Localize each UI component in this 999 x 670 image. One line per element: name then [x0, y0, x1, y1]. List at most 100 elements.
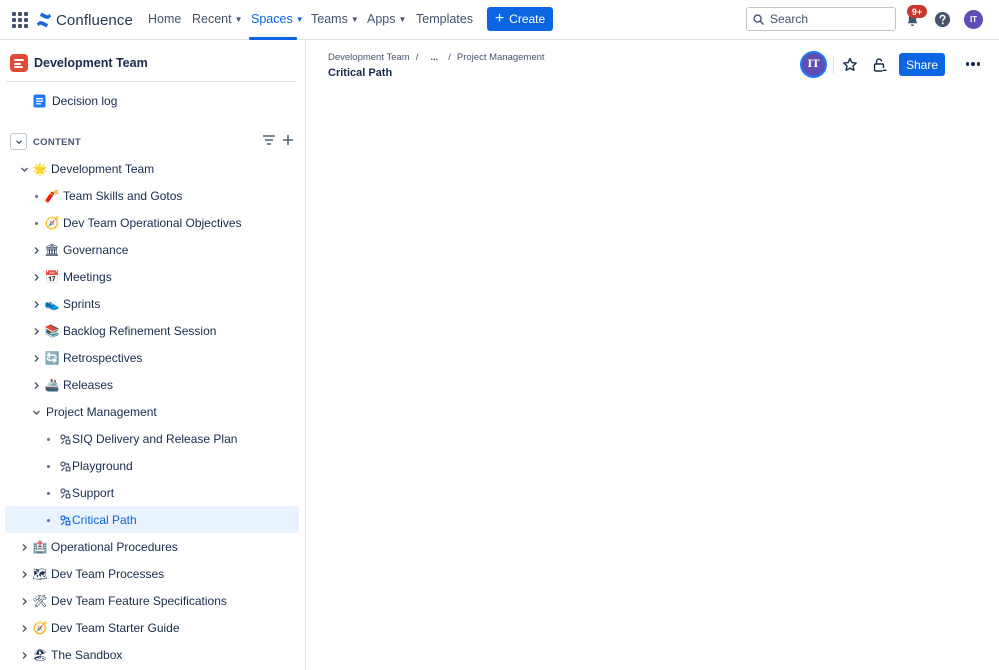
chevron-right-icon[interactable]	[18, 622, 30, 634]
nav-spaces-label: Spaces	[251, 12, 293, 26]
breadcrumb-ellipsis[interactable]: ...	[430, 52, 438, 63]
search-input[interactable]	[770, 12, 880, 26]
tree-item[interactable]: 🏛 Governance	[5, 236, 299, 263]
breadcrumb-item-space[interactable]: Development Team	[328, 52, 410, 63]
whiteboard-icon	[58, 459, 72, 473]
nav-teams-label: Teams	[311, 12, 348, 26]
nav-teams[interactable]: Teams ▼	[311, 12, 359, 26]
share-button[interactable]: Share	[899, 53, 945, 76]
chevron-down-icon[interactable]	[30, 406, 42, 418]
tree-item[interactable]: 🏥 Operational Procedures	[5, 533, 299, 560]
page-emoji-icon: 🏥	[32, 540, 48, 554]
bullet-icon	[42, 460, 54, 472]
tree-item[interactable]: 🧭 Dev Team Starter Guide	[5, 614, 299, 641]
app-switcher-icon[interactable]	[12, 12, 28, 28]
page-emoji-icon: 🧨	[44, 189, 60, 203]
content-actions	[262, 134, 294, 146]
nav-spaces[interactable]: Spaces ▼	[251, 12, 304, 26]
chevron-right-icon[interactable]	[18, 568, 30, 580]
chevron-right-icon[interactable]	[30, 352, 42, 364]
tree-item-label: Support	[72, 486, 115, 500]
more-actions-button[interactable]	[963, 57, 983, 71]
nav-apps-label: Apps	[367, 12, 396, 26]
tree-item[interactable]: Critical Path	[5, 506, 299, 533]
chevron-down-icon: ▼	[234, 15, 243, 24]
star-button[interactable]	[841, 56, 858, 73]
search-box[interactable]	[746, 7, 896, 31]
chevron-right-icon[interactable]	[18, 649, 30, 661]
chevron-right-icon[interactable]	[30, 244, 42, 256]
tree-item[interactable]: 🧭 Dev Team Operational Objectives	[5, 209, 299, 236]
viewer-avatar[interactable]: IT	[800, 51, 827, 78]
confluence-logo[interactable]: Confluence	[36, 10, 133, 30]
chevron-right-icon[interactable]	[30, 379, 42, 391]
tree-item-label: Playground	[72, 459, 133, 473]
page-emoji-icon: 🧭	[44, 216, 60, 230]
tree-item[interactable]: 🛠 Dev Team Feature Specifications	[5, 587, 299, 614]
page-emoji-icon: 📚	[44, 324, 60, 338]
chevron-right-icon[interactable]	[30, 271, 42, 283]
space-header[interactable]: Development Team	[10, 54, 148, 72]
chevron-right-icon[interactable]	[18, 595, 30, 607]
tree-item[interactable]: Support	[5, 479, 299, 506]
top-navigation: Confluence Home Recent ▼ Spaces ▼ Teams ▼ A…	[0, 0, 999, 40]
nav-recent-label: Recent	[192, 12, 232, 26]
star-icon	[842, 57, 857, 71]
chevron-right-icon[interactable]	[18, 541, 30, 553]
whiteboard-icon	[58, 486, 72, 500]
decision-log-label: Decision log	[52, 94, 118, 108]
app-name: Confluence	[56, 11, 133, 29]
chevron-down-icon: ▼	[295, 15, 304, 24]
collapse-content-button[interactable]	[10, 133, 27, 150]
tree-item[interactable]: 🔄 Retrospectives	[5, 344, 299, 371]
page-emoji-icon: 🔄	[44, 351, 60, 365]
tree-item[interactable]: 🏖 The Sandbox	[5, 641, 299, 668]
space-icon	[10, 54, 28, 72]
unlock-icon	[873, 57, 886, 72]
tree-item-label: Operational Procedures	[51, 540, 178, 554]
tree-item[interactable]: 🌟 Development Team	[5, 155, 299, 182]
tree-item-label: Sprints	[63, 297, 101, 311]
tree-item[interactable]: 🗺 Dev Team Processes	[5, 560, 299, 587]
nav-home[interactable]: Home	[148, 12, 181, 26]
breadcrumb-item-parent[interactable]: Project Management	[457, 52, 545, 63]
tree-item[interactable]: 🧨 Team Skills and Gotos	[5, 182, 299, 209]
tree-item-label: Dev Team Processes	[51, 567, 165, 581]
chevron-right-icon[interactable]	[30, 298, 42, 310]
tree-item[interactable]: 🚢 Releases	[5, 371, 299, 398]
tree-item-label: Team Skills and Gotos	[63, 189, 183, 203]
tree-item-label: Governance	[63, 243, 129, 257]
chevron-right-icon[interactable]	[30, 325, 42, 337]
plus-icon: +	[494, 10, 505, 27]
user-avatar[interactable]: IT	[964, 10, 983, 29]
nav-recent[interactable]: Recent ▼	[192, 12, 243, 26]
tree-item-label: Critical Path	[72, 513, 137, 527]
nav-apps[interactable]: Apps ▼	[367, 12, 406, 26]
tree-item[interactable]: 📚 Backlog Refinement Session	[5, 317, 299, 344]
page-emoji-icon: 🗺	[32, 567, 48, 581]
sidebar-item-decision-log[interactable]: Decision log	[33, 94, 117, 108]
filter-icon[interactable]	[262, 134, 276, 146]
tree-item[interactable]: 👟 Sprints	[5, 290, 299, 317]
help-button[interactable]	[933, 10, 951, 28]
chevron-down-icon[interactable]	[18, 163, 30, 175]
tree-item-label: Dev Team Feature Specifications	[51, 594, 227, 608]
restrictions-button[interactable]	[871, 56, 888, 73]
nav-templates[interactable]: Templates	[416, 12, 473, 26]
tree-item-label: Development Team	[51, 162, 155, 176]
create-button[interactable]: + Create	[487, 7, 553, 31]
page-emoji-icon: 🏛	[44, 243, 60, 257]
tree-item[interactable]: Playground	[5, 452, 299, 479]
page-emoji-icon: 📅	[44, 270, 60, 284]
whiteboard-icon	[58, 432, 72, 446]
tree-item[interactable]: Project Management	[5, 398, 299, 425]
bullet-icon	[30, 217, 42, 229]
tree-item[interactable]: SIQ Delivery and Release Plan	[5, 425, 299, 452]
space-sidebar: Development Team Decision log CONTENT 🌟 …	[0, 41, 306, 670]
create-label: Create	[509, 12, 546, 26]
add-content-icon[interactable]	[282, 134, 294, 146]
tree-item[interactable]: 📅 Meetings	[5, 263, 299, 290]
search-icon	[753, 13, 764, 25]
more-icon	[965, 62, 970, 66]
breadcrumb: Development Team / ... / Project Managem…	[328, 52, 545, 63]
